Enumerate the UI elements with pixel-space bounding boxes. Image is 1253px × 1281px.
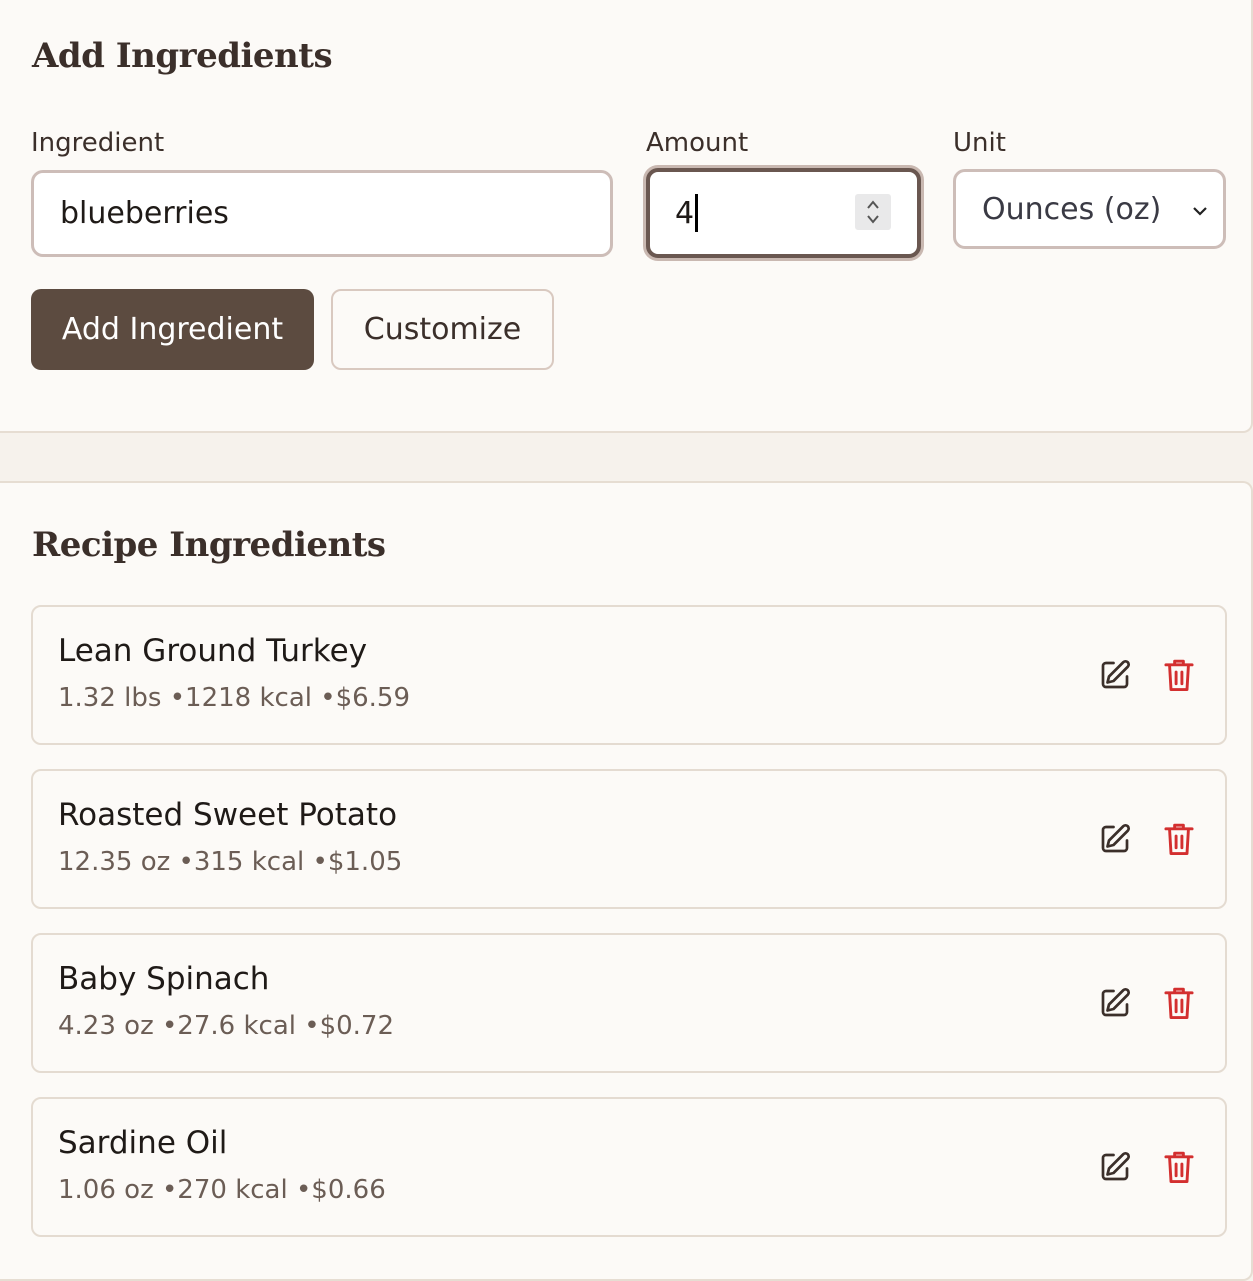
- number-spinner[interactable]: [855, 194, 891, 230]
- unit-select-value: Ounces (oz): [982, 191, 1162, 227]
- edit-icon[interactable]: [1097, 1149, 1133, 1185]
- list-item: Baby Spinach 4.23 oz •27.6 kcal •$0.72: [31, 933, 1227, 1073]
- ingredient-details: 4.23 oz •27.6 kcal •$0.72: [58, 1011, 395, 1041]
- unit-label: Unit: [953, 128, 1006, 158]
- ingredient-input[interactable]: blueberries: [31, 170, 613, 257]
- spinner-arrows-icon: [867, 200, 879, 224]
- amount-input-value: 4: [675, 195, 695, 231]
- ingredient-name: Roasted Sweet Potato: [58, 797, 398, 833]
- add-ingredients-title: Add Ingredients: [32, 36, 333, 76]
- ingredient-name: Lean Ground Turkey: [58, 633, 368, 669]
- list-item: Sardine Oil 1.06 oz •270 kcal •$0.66: [31, 1097, 1227, 1237]
- customize-button[interactable]: Customize: [331, 289, 554, 370]
- amount-label: Amount: [646, 128, 749, 158]
- edit-icon[interactable]: [1097, 657, 1133, 693]
- chevron-down-icon: [1193, 207, 1207, 216]
- ingredient-input-value: blueberries: [60, 196, 229, 231]
- trash-icon[interactable]: [1163, 985, 1195, 1021]
- ingredient-details: 1.06 oz •270 kcal •$0.66: [58, 1175, 386, 1205]
- recipe-ingredients-card: Recipe Ingredients Lean Ground Turkey 1.…: [0, 481, 1253, 1281]
- trash-icon[interactable]: [1163, 657, 1195, 693]
- ingredient-details: 12.35 oz •315 kcal •$1.05: [58, 847, 403, 877]
- list-item: Roasted Sweet Potato 12.35 oz •315 kcal …: [31, 769, 1227, 909]
- edit-icon[interactable]: [1097, 821, 1133, 857]
- amount-input[interactable]: 4: [646, 168, 921, 258]
- edit-icon[interactable]: [1097, 985, 1133, 1021]
- list-item: Lean Ground Turkey 1.32 lbs •1218 kcal •…: [31, 605, 1227, 745]
- unit-select[interactable]: Ounces (oz): [953, 169, 1226, 249]
- recipe-ingredients-title: Recipe Ingredients: [32, 525, 386, 565]
- trash-icon[interactable]: [1163, 821, 1195, 857]
- trash-icon[interactable]: [1163, 1149, 1195, 1185]
- add-ingredient-button[interactable]: Add Ingredient: [31, 289, 314, 370]
- ingredient-details: 1.32 lbs •1218 kcal •$6.59: [58, 683, 411, 713]
- add-ingredients-card: Add Ingredients Ingredient blueberries A…: [0, 0, 1253, 433]
- ingredient-name: Sardine Oil: [58, 1125, 228, 1161]
- text-caret: [695, 194, 699, 232]
- ingredient-label: Ingredient: [31, 128, 165, 158]
- ingredient-name: Baby Spinach: [58, 961, 270, 997]
